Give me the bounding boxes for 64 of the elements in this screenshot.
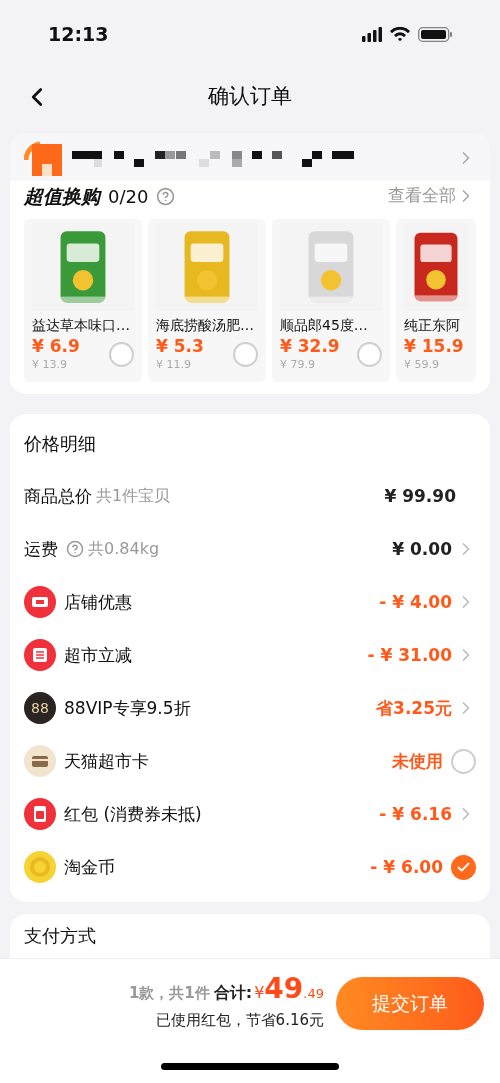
original-price: ¥ 79.9 (280, 357, 316, 374)
row-label: 运费 (24, 537, 58, 561)
exchange-count: 0/20 (108, 184, 149, 209)
vip-badge-icon: 88 (24, 692, 56, 725)
product-price: ¥ 6.9 (32, 336, 80, 358)
page-title: 确认订单 (208, 83, 292, 111)
saving-note: 已使用红包，节省6.16元 (155, 1010, 324, 1031)
section-title: 支付方式 (24, 923, 97, 948)
product-name: 海底捞酸汤肥… (156, 316, 255, 335)
row-value: - ¥ 31.00 (367, 643, 452, 667)
section-title: 价格明细 (24, 431, 97, 456)
status-time: 12:13 (48, 22, 109, 48)
product-card[interactable]: 纯正东阿 ¥ 15.9 ¥ 59.9 (396, 219, 476, 382)
total-integer: 49 (264, 975, 304, 1003)
row-label: 淘金币 (64, 855, 115, 879)
ticket-icon (24, 586, 56, 619)
envelope-icon (24, 798, 56, 831)
radio-button[interactable] (233, 342, 258, 368)
row-note: 共0.84kg (88, 538, 160, 561)
row-label: 商品总价 (24, 484, 92, 508)
help-icon (66, 540, 84, 559)
row-value: - ¥ 6.00 (370, 855, 443, 879)
row-value: ¥ 99.90 (384, 484, 456, 508)
radio-button[interactable] (109, 342, 134, 368)
address-bar[interactable] (10, 133, 490, 183)
product-name: 纯正东阿 (404, 316, 461, 335)
row-label: 超市立减 (64, 643, 132, 667)
original-price: ¥ 13.9 (32, 357, 68, 374)
product-price: ¥ 15.9 (404, 336, 464, 358)
row-value: ¥ 0.00 (392, 537, 452, 561)
row-label: 店铺优惠 (64, 590, 132, 614)
row-label: 红包 (消费券未抵) (64, 802, 202, 826)
coupon-icon (24, 639, 56, 672)
radio-button[interactable] (451, 748, 476, 774)
original-price: ¥ 11.9 (156, 357, 192, 374)
product-name: 益达草本味口… (32, 316, 131, 335)
total-label: 合计: (213, 982, 253, 1004)
original-price: ¥ 59.9 (404, 357, 440, 374)
product-price: ¥ 32.9 (280, 336, 340, 358)
logo-icon (24, 140, 64, 176)
row-value: - ¥ 6.16 (379, 802, 452, 826)
item-count: 1款，共1件 (128, 983, 210, 1004)
row-label: 天猫超市卡 (64, 749, 149, 773)
section-title: 超值换购 (24, 183, 100, 209)
product-card[interactable]: 益达草本味口… ¥ 6.9 ¥ 13.9 (24, 219, 142, 382)
total-decimal: .49 (303, 985, 324, 1003)
checked-radio[interactable] (451, 854, 476, 880)
wifi-icon (390, 27, 410, 42)
coin-icon (24, 851, 56, 884)
product-card[interactable]: 海底捞酸汤肥… ¥ 5.3 ¥ 11.9 (148, 219, 266, 382)
row-note: 共1件宝贝 (96, 485, 171, 508)
card-icon (24, 745, 56, 778)
row-value: - ¥ 4.00 (379, 590, 452, 614)
row-label: 88VIP专享9.5折 (64, 696, 191, 720)
product-price: ¥ 5.3 (156, 336, 204, 358)
battery-icon (418, 27, 452, 42)
total-currency: ¥ (254, 983, 265, 1004)
signal-icon (362, 27, 382, 42)
row-value: 省3.25元 (376, 696, 452, 720)
help-icon (156, 186, 176, 206)
row-value: 未使用 (392, 749, 443, 773)
product-card[interactable]: 顺品郎45度… ¥ 32.9 ¥ 79.9 (272, 219, 390, 382)
radio-button[interactable] (357, 342, 382, 368)
product-name: 顺品郎45度… (280, 316, 369, 335)
